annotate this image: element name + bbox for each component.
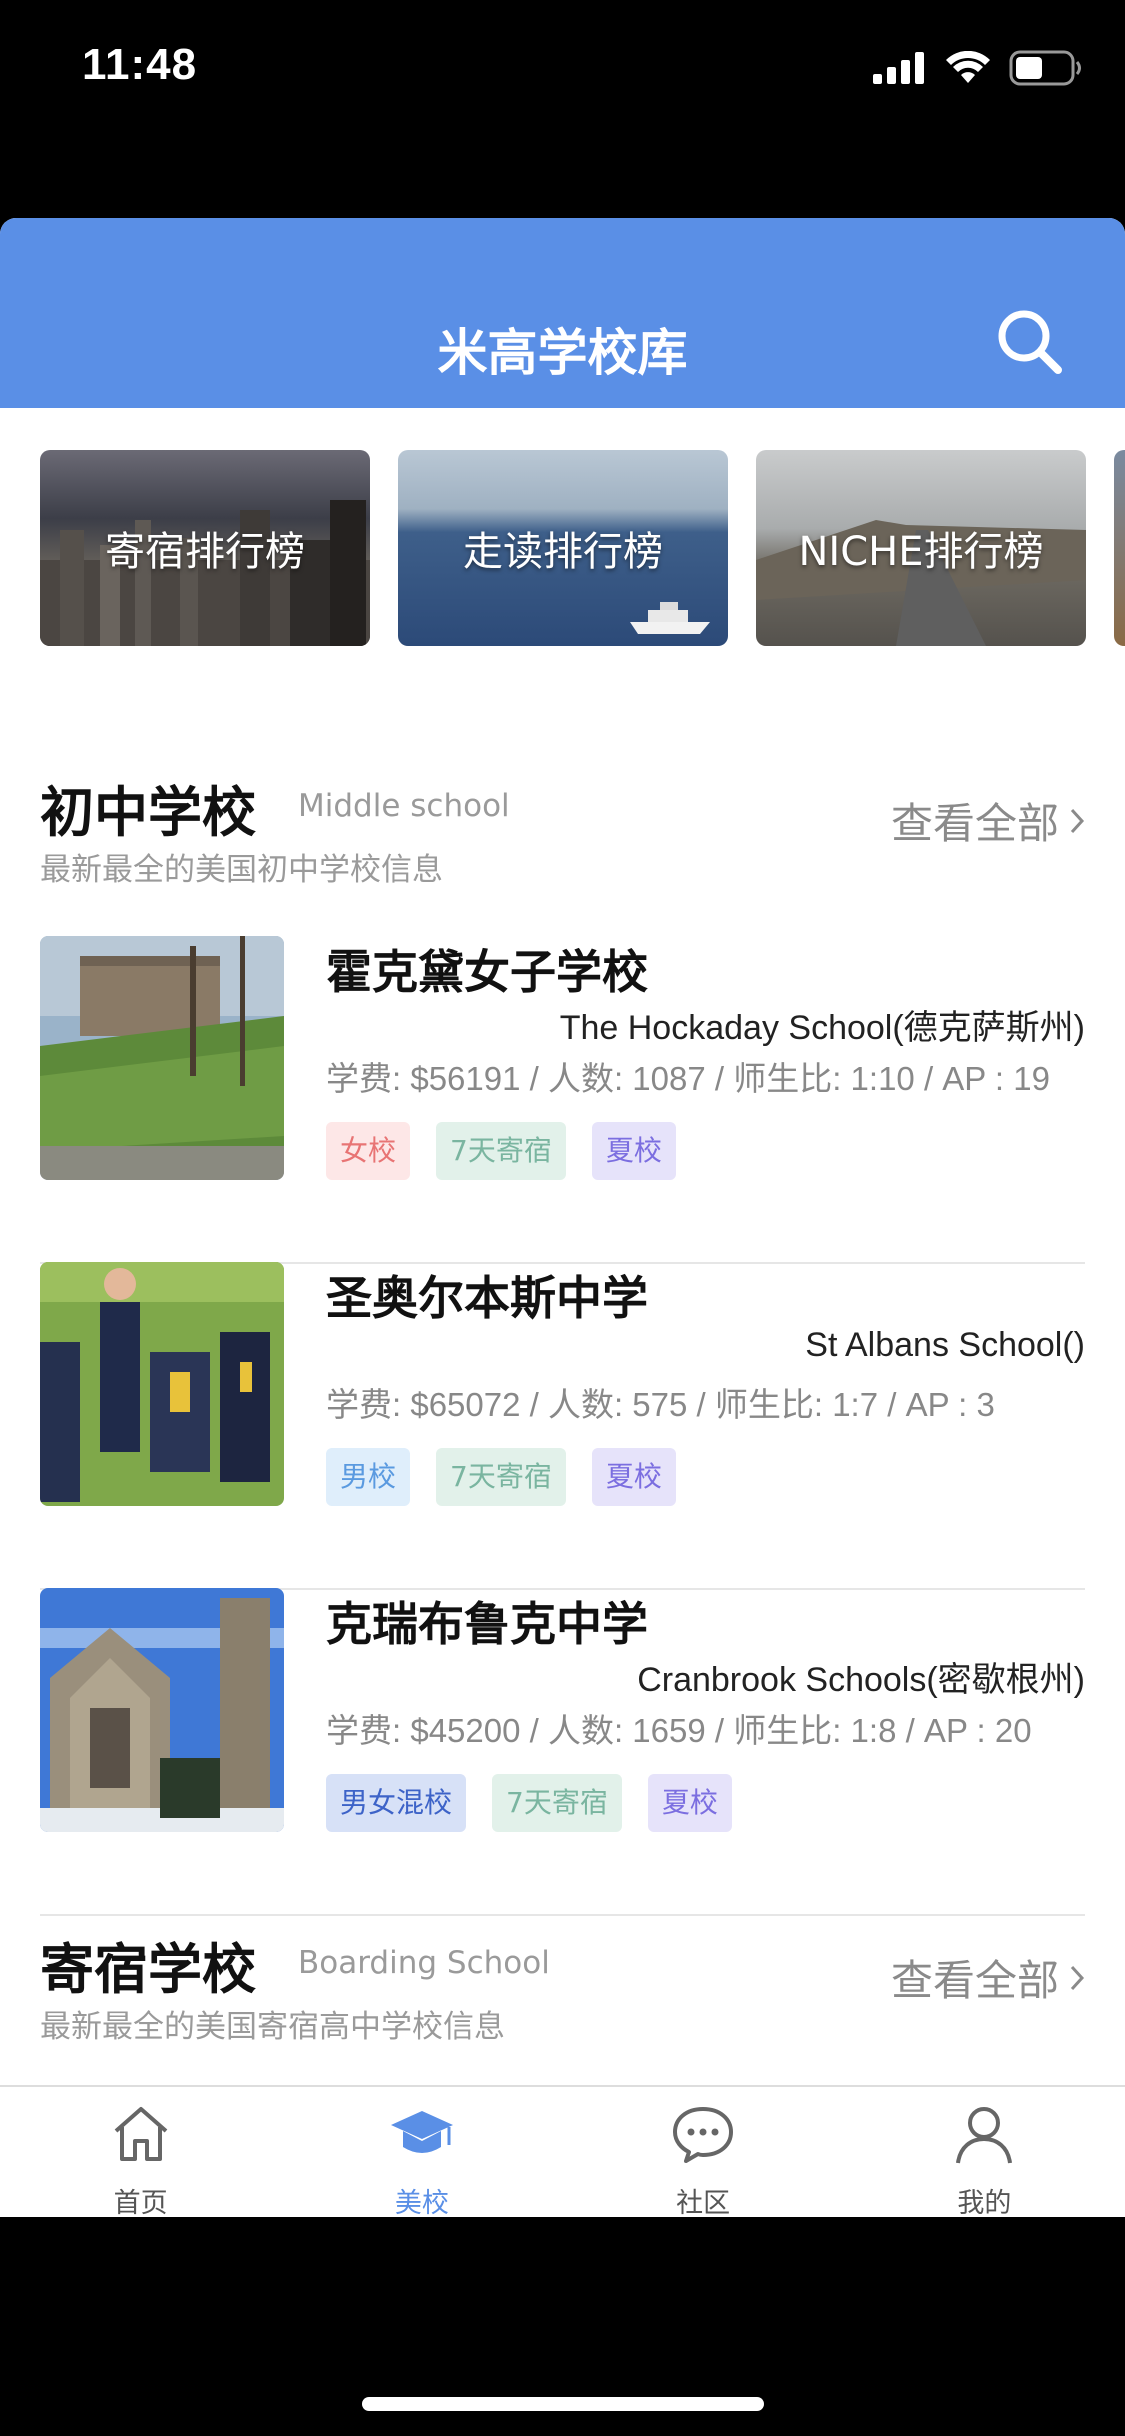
section-subtitle: Middle school	[298, 788, 510, 824]
section-description: 最新最全的美国初中学校信息	[40, 852, 443, 888]
banner-label: NICHE排行榜	[798, 529, 1044, 575]
tag-boarding: 7天寄宿	[436, 1122, 566, 1180]
school-stats: 学费: $56191 / 人数: 1087 / 师生比: 1:10 / AP :…	[326, 1060, 1050, 1097]
section-title: 寄宿学校	[40, 1938, 256, 2001]
school-name-cn: 圣奥尔本斯中学	[326, 1271, 648, 1325]
wifi-icon	[946, 51, 990, 83]
tab-label: 美校	[394, 2188, 449, 2217]
see-all-label: 查看全部	[890, 799, 1059, 848]
school-card[interactable]: 克瑞布鲁克中学 Cranbrook Schools(密歇根州) 学费: $452…	[40, 1588, 1085, 1916]
school-tags: 男女混校 7天寄宿 夏校	[326, 1774, 732, 1832]
user-icon	[956, 2107, 1013, 2164]
app-screen: 米高学校库 寄宿排行榜 走读排行榜 NICHE排行榜 初中学校 Middle s…	[0, 218, 1125, 2217]
tag-summer-school: 夏校	[591, 1122, 676, 1180]
school-tags: 女校 7天寄宿 夏校	[326, 1122, 676, 1180]
banner-more-peek[interactable]	[1114, 450, 1125, 646]
tab-home[interactable]: 首页	[0, 2087, 281, 2217]
section-title: 初中学校	[40, 781, 256, 844]
tab-profile[interactable]: 我的	[844, 2087, 1125, 2217]
chevron-right-icon	[1070, 808, 1085, 833]
tab-label: 社区	[676, 2188, 731, 2217]
chevron-right-icon	[1070, 1965, 1085, 1990]
see-all-boarding-button[interactable]: 查看全部	[891, 1947, 1085, 2008]
banner-label: 走读排行榜	[463, 529, 663, 575]
section-description: 最新最全的美国寄宿高中学校信息	[40, 2009, 505, 2045]
boarding-school-header: 寄宿学校 Boarding School 最新最全的美国寄宿高中学校信息 查看全…	[40, 1925, 1085, 2055]
banner-niche-ranking[interactable]: NICHE排行榜	[756, 450, 1086, 646]
page-title: 米高学校库	[437, 324, 688, 382]
school-card[interactable]: 霍克黛女子学校 The Hockaday School(德克萨斯州) 学费: $…	[40, 936, 1085, 1264]
chat-bubble-icon	[673, 2107, 734, 2163]
tab-community[interactable]: 社区	[563, 2087, 844, 2217]
school-photo	[40, 1588, 284, 1832]
home-indicator[interactable]	[362, 2397, 764, 2411]
tab-bar: 首页 美校 社区 我的	[0, 2085, 1125, 2217]
battery-icon	[1009, 50, 1081, 86]
school-photo	[40, 936, 284, 1180]
search-icon[interactable]	[994, 306, 1064, 376]
tag-boys-school: 男校	[326, 1448, 411, 1506]
tag-summer-school: 夏校	[647, 1774, 732, 1832]
middle-school-header: 初中学校 Middle school 最新最全的美国初中学校信息 查看全部	[40, 768, 1085, 898]
tab-label: 首页	[113, 2188, 168, 2217]
school-name-en: Cranbrook Schools(密歇根州)	[637, 1661, 1085, 1699]
see-all-label: 查看全部	[890, 1956, 1059, 2005]
ranking-banners: 寄宿排行榜 走读排行榜 NICHE排行榜	[0, 450, 1125, 646]
tag-boarding: 7天寄宿	[492, 1774, 622, 1832]
tag-summer-school: 夏校	[591, 1448, 676, 1506]
school-stats: 学费: $65072 / 人数: 575 / 师生比: 1:7 / AP : 3	[326, 1386, 995, 1423]
school-name-cn: 霍克黛女子学校	[326, 945, 648, 999]
tag-boarding: 7天寄宿	[436, 1448, 566, 1506]
banner-day-ranking[interactable]: 走读排行榜	[398, 450, 728, 646]
school-name-cn: 克瑞布鲁克中学	[326, 1597, 648, 1651]
school-card[interactable]: 圣奥尔本斯中学 St Albans School() 学费: $65072 / …	[40, 1262, 1085, 1590]
school-name-en: The Hockaday School(德克萨斯州)	[559, 1009, 1085, 1047]
banner-label: 寄宿排行榜	[105, 529, 305, 575]
status-time: 11:48	[82, 40, 198, 89]
see-all-middle-button[interactable]: 查看全部	[891, 790, 1085, 851]
school-name-en: St Albans School()	[805, 1326, 1085, 1364]
school-photo	[40, 1262, 284, 1506]
tab-schools[interactable]: 美校	[281, 2087, 562, 2217]
school-tags: 男校 7天寄宿 夏校	[326, 1448, 676, 1506]
tag-girls-school: 女校	[326, 1122, 411, 1180]
status-bar: 11:48	[0, 0, 1125, 140]
tag-coed-school: 男女混校	[326, 1774, 467, 1832]
graduation-cap-icon	[390, 2111, 453, 2153]
school-stats: 学费: $45200 / 人数: 1659 / 师生比: 1:8 / AP : …	[326, 1712, 1032, 1749]
tab-label: 我的	[957, 2188, 1012, 2217]
status-icons	[873, 50, 1083, 86]
home-icon	[114, 2107, 167, 2161]
nav-bar: 米高学校库	[0, 218, 1125, 408]
cellular-signal-icon	[873, 52, 924, 84]
section-subtitle: Boarding School	[298, 1945, 550, 1981]
banner-boarding-ranking[interactable]: 寄宿排行榜	[40, 450, 370, 646]
